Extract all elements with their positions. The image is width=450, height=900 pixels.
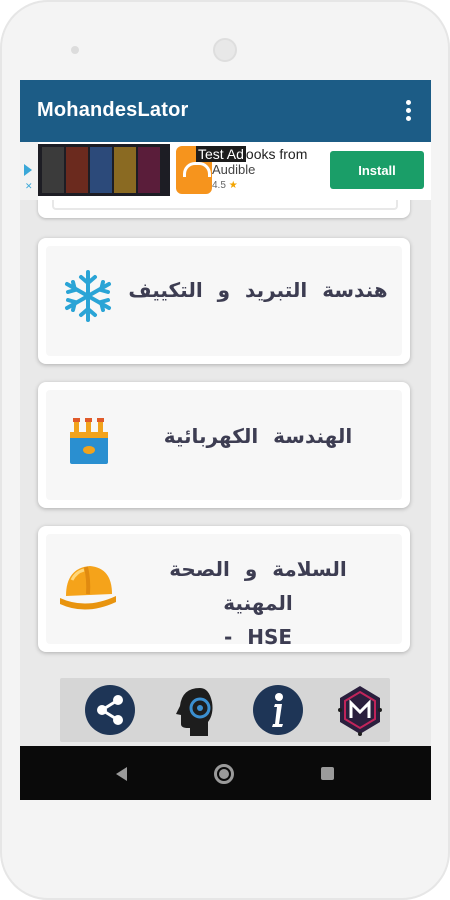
star-icon: ★ [228,180,238,191]
category-card-refrigeration[interactable]: هندسة التبريد و التكييف [38,238,410,364]
install-button[interactable]: Install [330,151,424,189]
app-bar: MohandesLator [20,80,431,142]
recent-apps-icon[interactable] [321,767,334,780]
home-icon[interactable] [214,764,234,784]
front-camera [213,38,237,62]
app-logo-icon[interactable] [332,682,388,738]
safety-helmet-icon [56,558,120,618]
app-title: MohandesLator [37,99,189,121]
share-icon[interactable] [82,682,138,738]
category-label-line2: HSE - [223,625,293,649]
category-label: هندسة التبريد و التكييف [128,278,388,302]
back-icon[interactable] [116,767,127,781]
profile-head-icon[interactable] [166,682,222,738]
ad-image[interactable] [38,144,170,196]
category-label: الهندسة الكهربائية [163,424,353,448]
phone-frame: MohandesLator ✕ Test Ad ooks from Audible… [0,0,450,900]
info-icon[interactable] [250,682,306,738]
ad-banner[interactable]: ✕ Test Ad ooks from Audible 4.5 ★ Install [20,142,431,200]
snowflake-icon [60,268,116,324]
category-label-line1: السلامة و الصحة المهنية [169,557,347,615]
overflow-menu-icon[interactable] [403,100,413,122]
ad-subtitle: Audible [212,162,256,177]
bottom-icon-bar [60,678,390,742]
category-card-electrical[interactable]: الهندسة الكهربائية [38,382,410,508]
electrical-transformer-icon [60,412,116,468]
system-nav-bar [20,746,431,800]
app-screen: MohandesLator ✕ Test Ad ooks from Audible… [20,80,431,800]
category-card-safety[interactable]: السلامة و الصحة المهنية HSE - [38,526,410,652]
sensor-dot [71,46,79,54]
ad-choices-icon[interactable]: ✕ [20,142,38,200]
ad-rating: 4.5 ★ [212,180,238,191]
category-label: السلامة و الصحة المهنية HSE - [128,552,388,654]
ad-title: Test Ad ooks from [196,146,308,162]
